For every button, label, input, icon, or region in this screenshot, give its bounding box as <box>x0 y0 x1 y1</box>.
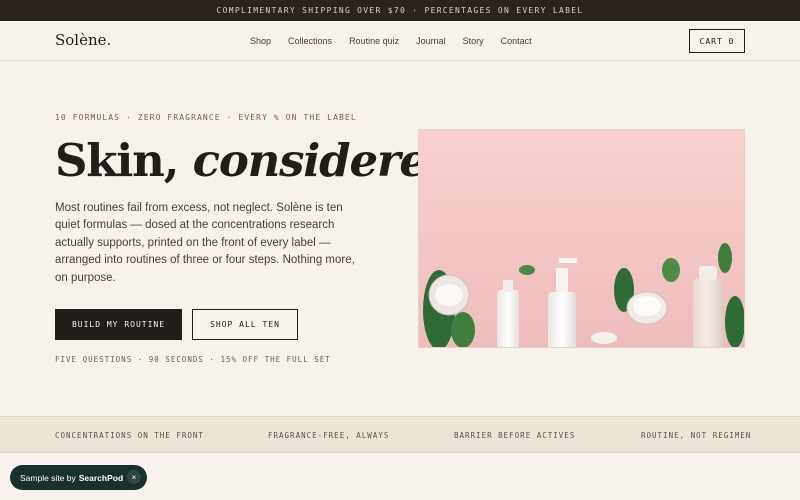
nav-link-routine-quiz[interactable]: Routine quiz <box>349 36 399 46</box>
badge-prefix: Sample site by <box>20 472 76 483</box>
value-item: ROUTINE, NOT REGIMEN <box>641 431 752 440</box>
cart-button[interactable]: CART 0 <box>689 29 745 53</box>
badge-brand[interactable]: SearchPod <box>79 473 123 483</box>
bottle-cap <box>699 266 717 280</box>
cream <box>435 284 463 306</box>
hero-headline: Skin, considered. <box>55 134 473 188</box>
nav-link-contact[interactable]: Contact <box>501 36 532 46</box>
amber-bottle <box>693 278 723 347</box>
pump-bottle <box>548 292 576 347</box>
bottle <box>497 290 519 347</box>
nav-link-shop[interactable]: Shop <box>250 36 271 46</box>
site-header: Solène. Shop Collections Routine quiz Jo… <box>0 21 800 61</box>
shop-all-button[interactable]: SHOP ALL TEN <box>192 309 298 340</box>
leaf <box>718 243 732 273</box>
small-jar <box>591 332 617 344</box>
bottle-cap <box>503 280 513 292</box>
cream <box>633 296 661 316</box>
logo[interactable]: Solène. <box>55 31 111 49</box>
sample-site-badge[interactable]: Sample site by SearchPod × <box>10 465 147 490</box>
hero-eyebrow: 10 FORMULAS · ZERO FRAGRANCE · EVERY % O… <box>55 113 357 122</box>
nav-link-story[interactable]: Story <box>463 36 484 46</box>
nav-link-journal[interactable]: Journal <box>416 36 446 46</box>
value-strip: CONCENTRATIONS ON THE FRONT FRAGRANCE-FR… <box>0 416 800 453</box>
announcement-bar: COMPLIMENTARY SHIPPING OVER $70 · PERCEN… <box>0 0 800 21</box>
leaf <box>451 312 475 347</box>
hero-description: Most routines fail from excess, not negl… <box>55 202 355 284</box>
pump-head <box>559 258 577 263</box>
headline-plain: Skin, <box>55 134 179 187</box>
announcement-text: COMPLIMENTARY SHIPPING OVER $70 · PERCEN… <box>216 6 584 15</box>
close-icon[interactable]: × <box>127 470 141 484</box>
leaf <box>725 296 744 347</box>
value-item: CONCENTRATIONS ON THE FRONT <box>55 431 204 440</box>
value-item: FRAGRANCE-FREE, ALWAYS <box>268 431 390 440</box>
quiz-note: FIVE QUESTIONS · 90 SECONDS · 15% OFF TH… <box>55 355 331 364</box>
build-routine-button[interactable]: BUILD MY ROUTINE <box>55 309 182 340</box>
nav-link-collections[interactable]: Collections <box>288 36 332 46</box>
pump-neck <box>556 268 568 292</box>
main-menu: Shop Collections Routine quiz Journal St… <box>250 36 549 46</box>
value-item: BARRIER BEFORE ACTIVES <box>454 431 576 440</box>
leaf <box>519 265 535 275</box>
hero-product-image <box>418 129 745 348</box>
leaf <box>662 258 680 282</box>
